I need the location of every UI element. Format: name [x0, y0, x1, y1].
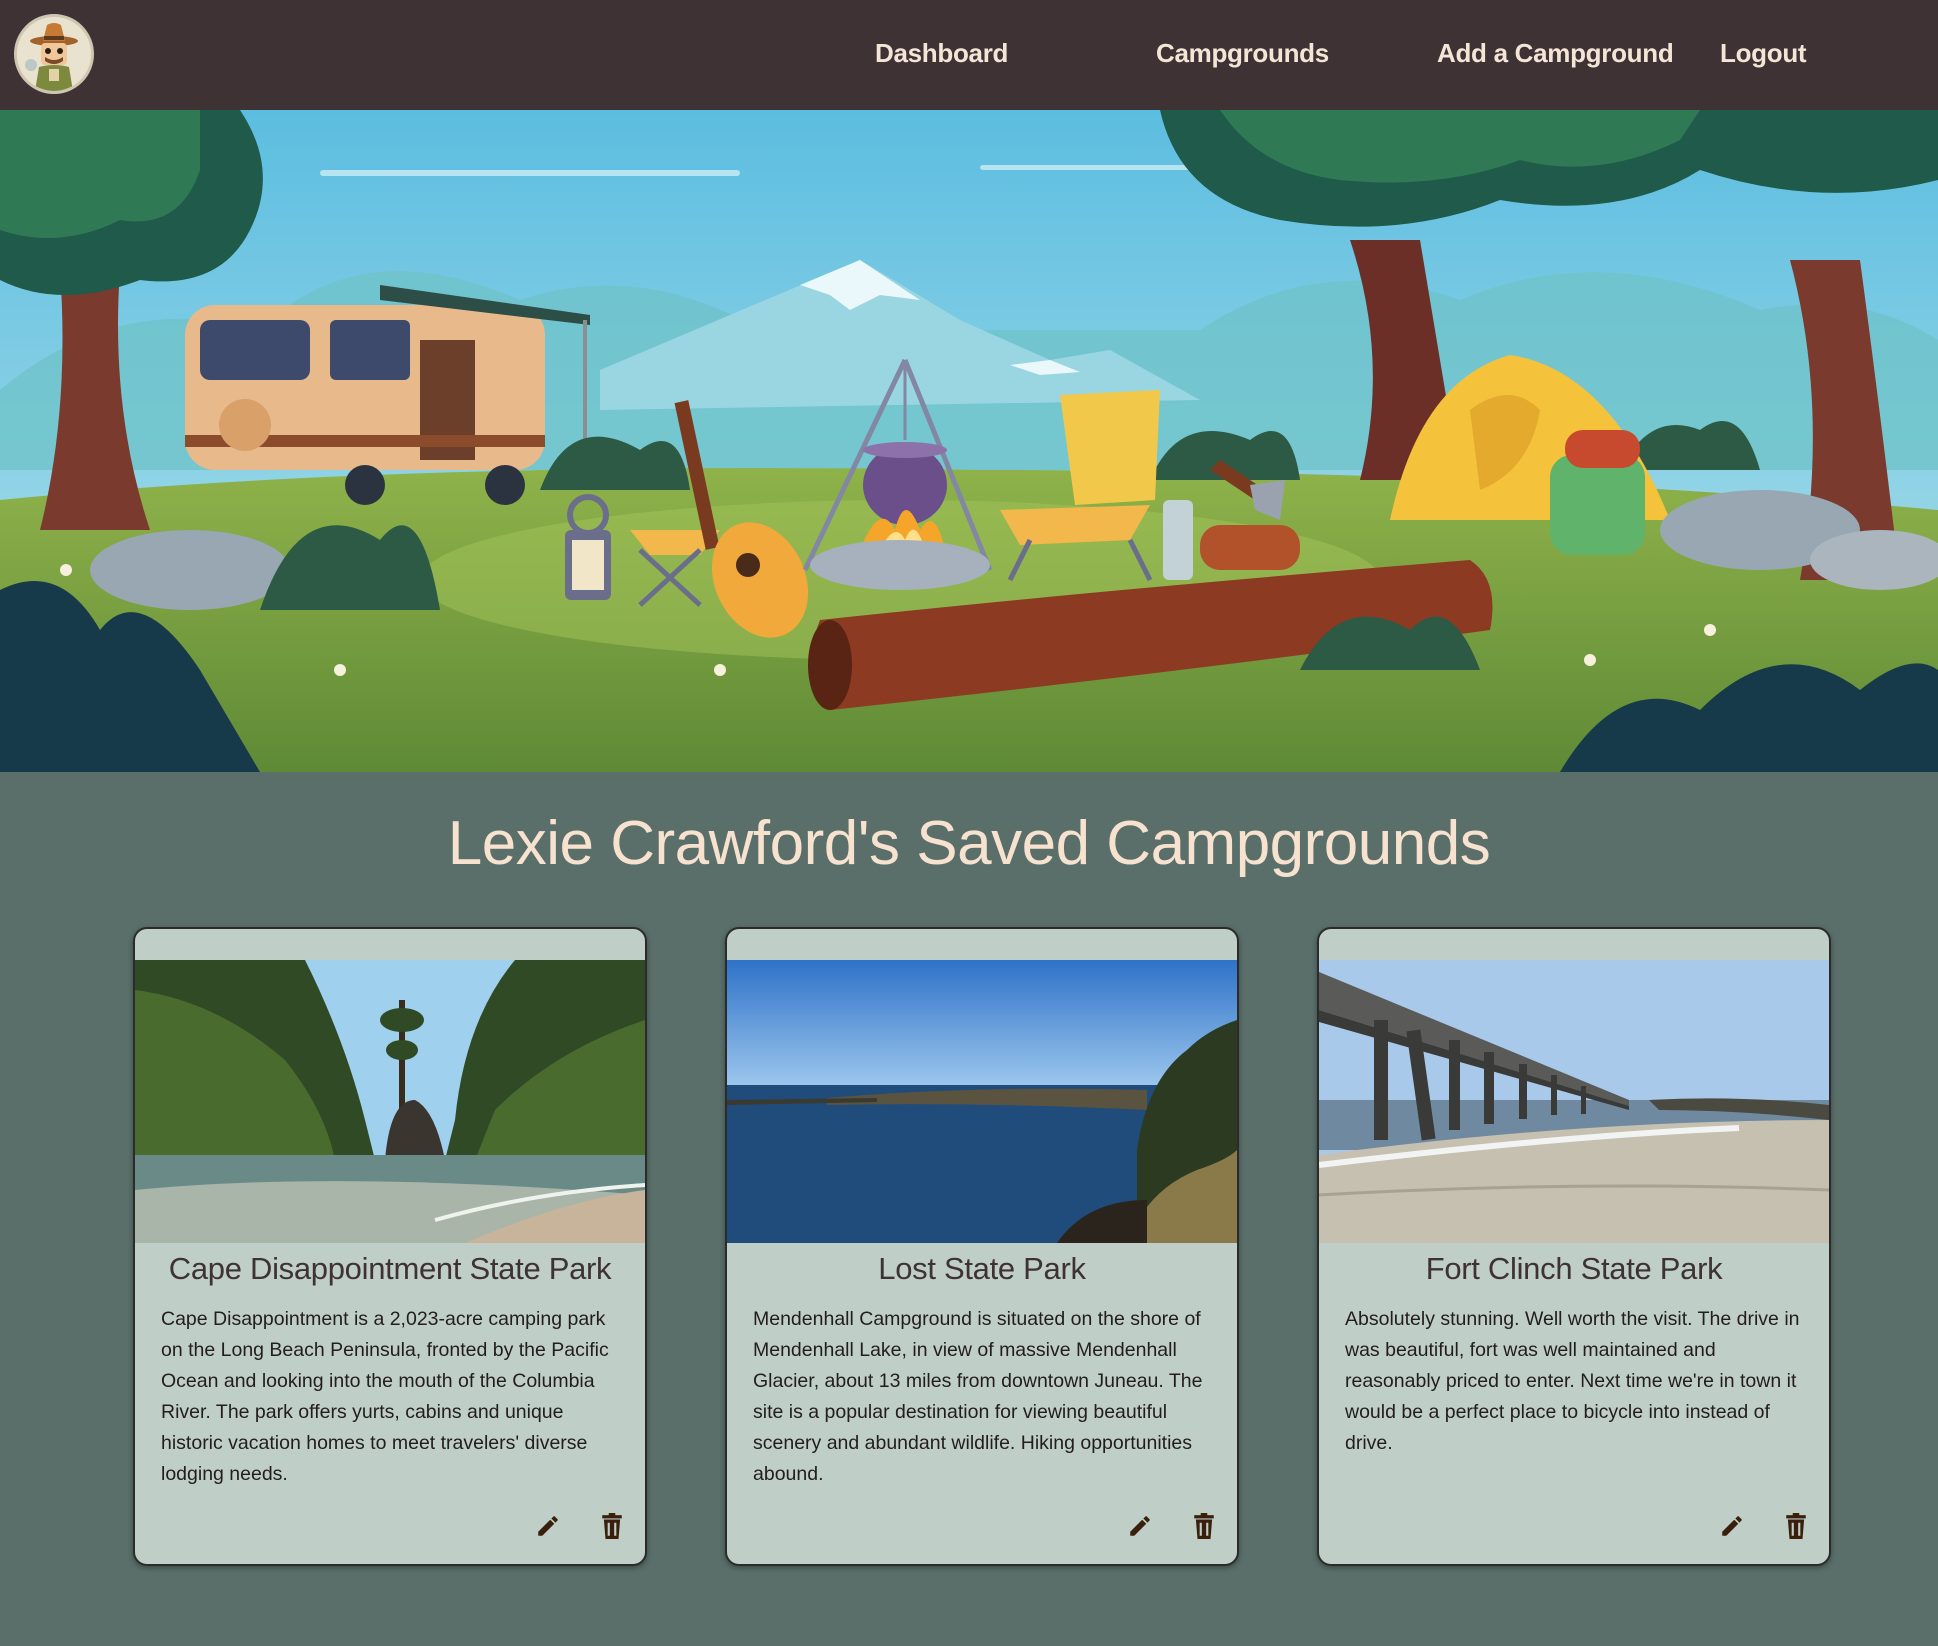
campground-card: Fort Clinch State Park Absolutely stunni…: [1317, 927, 1831, 1566]
nav-link-logout[interactable]: Logout: [1720, 38, 1807, 74]
card-actions: [1717, 1510, 1811, 1542]
trash-icon[interactable]: [1781, 1511, 1811, 1541]
campground-name: Fort Clinch State Park: [1425, 1251, 1723, 1286]
campground-name: Lost State Park: [878, 1251, 1086, 1286]
campground-description: Absolutely stunning. Well worth the visi…: [1345, 1308, 1800, 1454]
campground-card: Lost State Park Mendenhall Campground is…: [725, 927, 1239, 1566]
nav-link-campgrounds[interactable]: Campgrounds: [1156, 38, 1329, 74]
campground-photo: [135, 960, 645, 1243]
campground-photo: [1319, 960, 1829, 1243]
hero-banner: [0, 110, 1938, 772]
pencil-icon[interactable]: [1717, 1511, 1747, 1541]
trash-icon[interactable]: [1189, 1511, 1219, 1541]
pencil-icon[interactable]: [1125, 1511, 1155, 1541]
campground-description: Cape Disappointment is a 2,023-acre camp…: [161, 1308, 609, 1485]
navbar: Dashboard Campgrounds Add a Campground L…: [0, 0, 1938, 110]
nav-link-dashboard[interactable]: Dashboard: [875, 38, 1008, 74]
card-actions: [533, 1510, 627, 1542]
campground-card: Cape Disappointment State Park Cape Disa…: [133, 927, 647, 1566]
campground-description: Mendenhall Campground is situated on the…: [753, 1308, 1203, 1485]
ranger-mascot-icon[interactable]: [14, 14, 94, 94]
card-actions: [1125, 1510, 1219, 1542]
nav-link-add-campground[interactable]: Add a Campground: [1437, 38, 1674, 74]
trash-icon[interactable]: [597, 1511, 627, 1541]
camping-scene-illustration: [0, 110, 1938, 772]
campground-photo: [727, 960, 1237, 1243]
campground-name: Cape Disappointment State Park: [168, 1251, 612, 1286]
pencil-icon[interactable]: [533, 1511, 563, 1541]
page-title: Lexie Crawford's Saved Campgrounds: [447, 809, 1491, 878]
